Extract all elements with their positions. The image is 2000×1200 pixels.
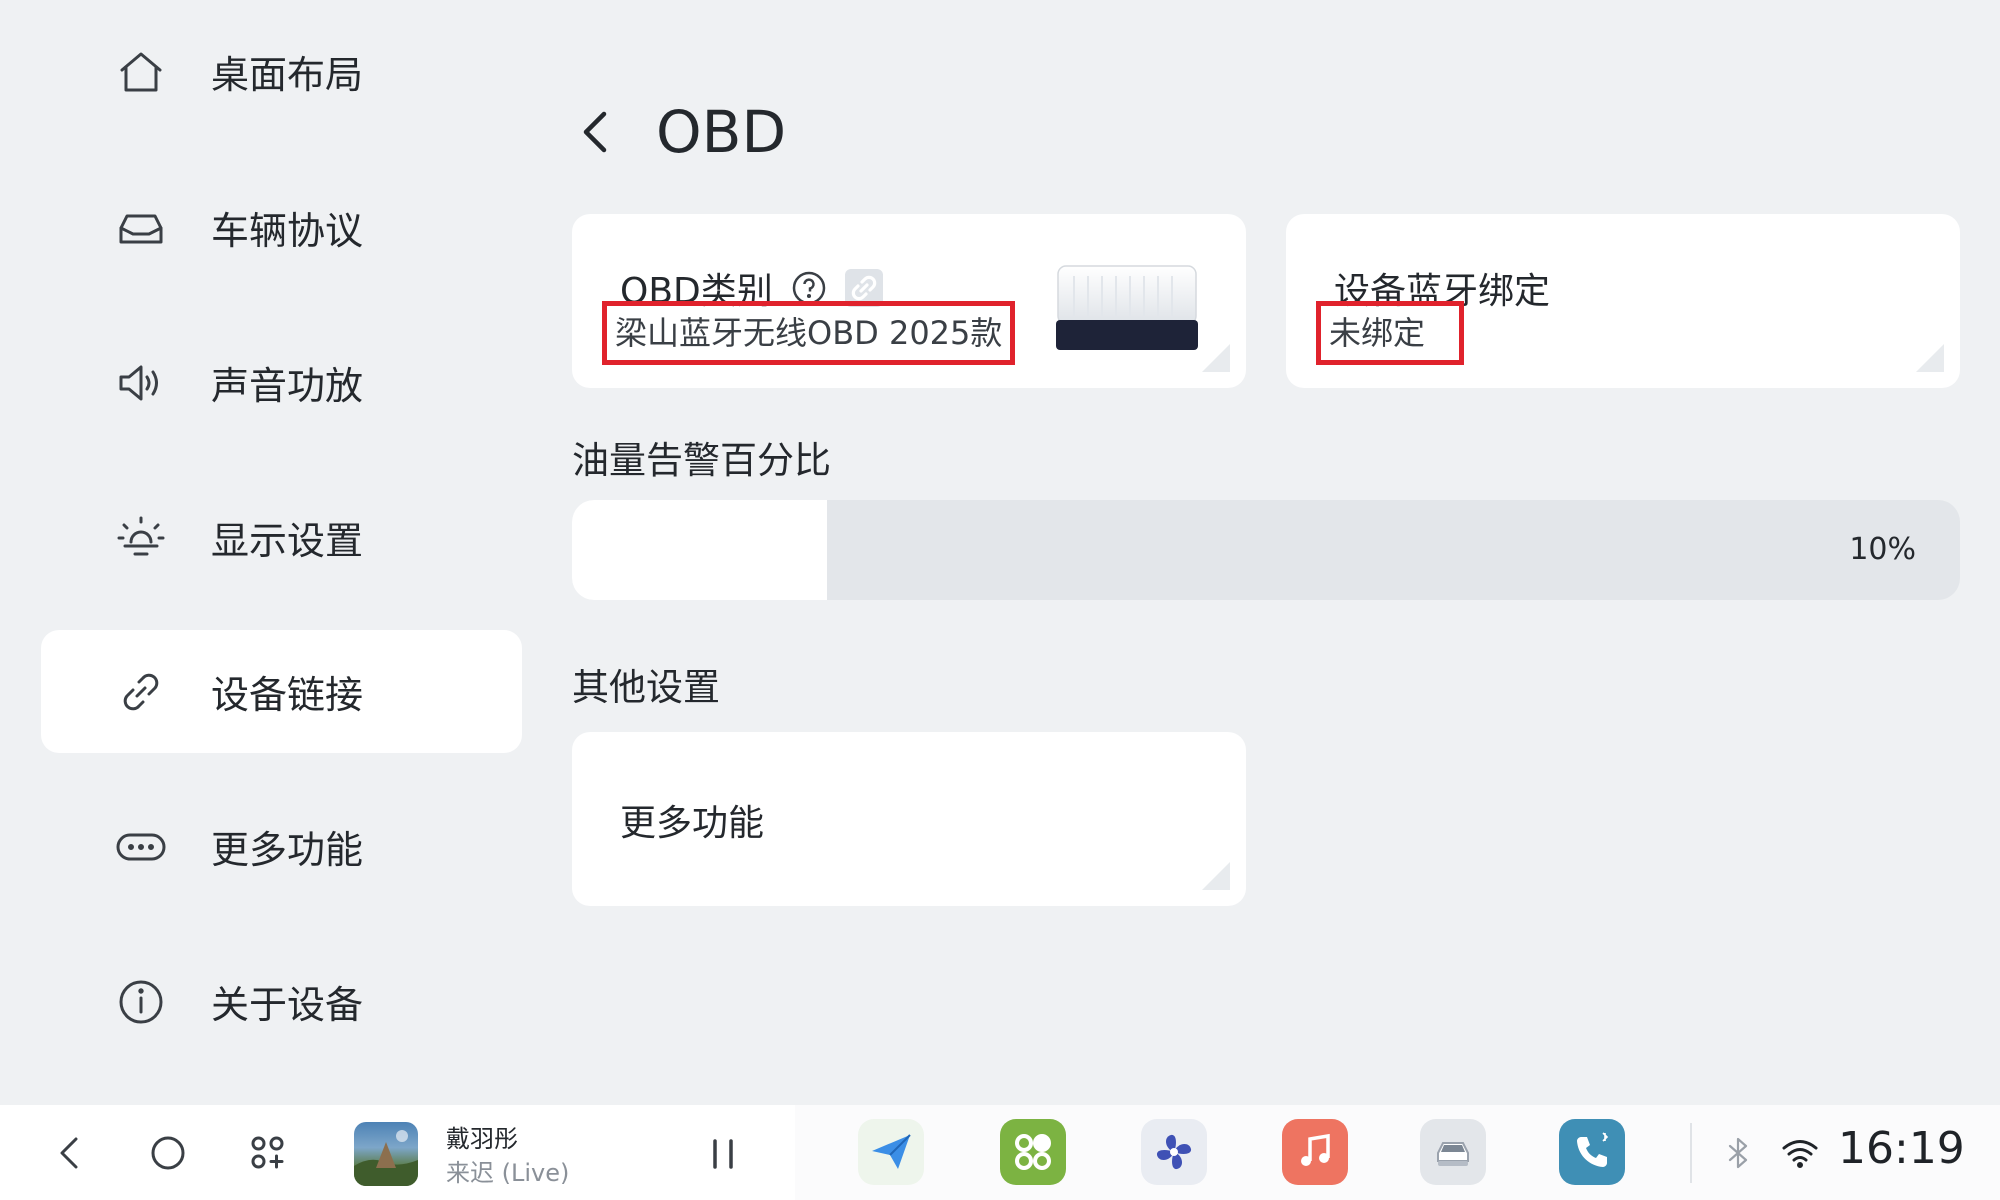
expand-corner-icon [1914,342,1946,374]
bottom-dock: 戴羽彤 来迟 (Live) 16:19 [0,1105,2000,1200]
fuel-warning-value: 10% [1849,532,1916,567]
obd-category-card[interactable]: OBD类别 梁山蓝牙无线OBD 2025款 [572,214,1246,388]
fuel-warning-slider-fill[interactable] [572,500,827,600]
chevron-left-icon [583,111,607,153]
sidebar: 桌面布局 车辆协议 声音功放 显示设置 设备链接 更多功能 关于设备 [0,0,540,1105]
circle-home-icon [151,1136,185,1170]
sidebar-item-label: 桌面布局 [211,53,364,97]
more-functions-title: 更多功能 [620,803,765,844]
sidebar-item-display-settings[interactable]: 显示设置 [41,476,522,599]
more-dots-icon [115,821,167,873]
brightness-icon [115,512,167,564]
sidebar-item-label: 车辆协议 [211,209,364,253]
nav-back-button[interactable] [44,1127,96,1179]
sidebar-item-label: 更多功能 [211,828,364,872]
sidebar-item-desktop-layout[interactable]: 桌面布局 [41,10,522,133]
pause-button[interactable] [700,1131,746,1177]
sidebar-item-vehicle-protocol[interactable]: 车辆协议 [41,166,522,289]
nav-home-button[interactable] [142,1127,194,1179]
link-icon [115,666,167,718]
song-artist: 来迟 (Live) [446,1159,570,1187]
dock-media-section: 戴羽彤 来迟 (Live) [0,1105,795,1200]
sidebar-item-label: 显示设置 [211,519,364,563]
other-settings-label: 其他设置 [572,666,720,709]
dock-divider [1690,1123,1692,1183]
page-header: OBD [572,92,786,172]
obd-device-image [1052,258,1202,358]
more-functions-card[interactable]: 更多功能 [572,732,1246,906]
sidebar-item-device-link[interactable]: 设备链接 [41,630,522,753]
music-app-icon[interactable] [1282,1119,1348,1185]
song-title: 戴羽彤 [446,1125,518,1153]
status-clock: 16:19 [1838,1123,1965,1174]
chevron-left-icon [60,1137,78,1169]
bluetooth-binding-card[interactable]: 设备蓝牙绑定 未绑定 [1286,214,1960,388]
obd-category-value: 梁山蓝牙无线OBD 2025款 [602,301,1016,365]
navigation-app-icon[interactable] [858,1119,924,1185]
apps-grid-app-icon[interactable] [1000,1119,1066,1185]
nav-apps-button[interactable] [242,1127,294,1179]
sidebar-item-label: 设备链接 [211,673,364,717]
expand-corner-icon [1200,342,1232,374]
apps-grid-icon [251,1136,284,1169]
pause-icon [713,1139,733,1169]
sidebar-item-sound-amplifier[interactable]: 声音功放 [41,321,522,444]
fuel-warning-slider[interactable]: 10% [572,500,1960,600]
album-art[interactable] [354,1122,418,1186]
speaker-icon [115,357,167,409]
page-title: OBD [656,98,787,166]
fuel-warning-label: 油量告警百分比 [572,439,831,482]
info-icon [115,976,167,1028]
car-app-icon[interactable] [1420,1119,1486,1185]
sidebar-item-about-device[interactable]: 关于设备 [41,940,522,1063]
sidebar-item-more-functions[interactable]: 更多功能 [41,785,522,908]
back-button[interactable] [572,102,618,162]
bluetooth-binding-value: 未绑定 [1316,301,1464,365]
expand-corner-icon [1200,860,1232,892]
wifi-icon [1780,1133,1820,1173]
phone-app-icon[interactable] [1559,1119,1625,1185]
bluetooth-icon [1718,1133,1758,1173]
fan-app-icon[interactable] [1141,1119,1207,1185]
sidebar-item-label: 声音功放 [211,364,364,408]
car-icon [115,202,167,254]
sidebar-item-label: 关于设备 [211,983,364,1027]
home-icon [115,46,167,98]
